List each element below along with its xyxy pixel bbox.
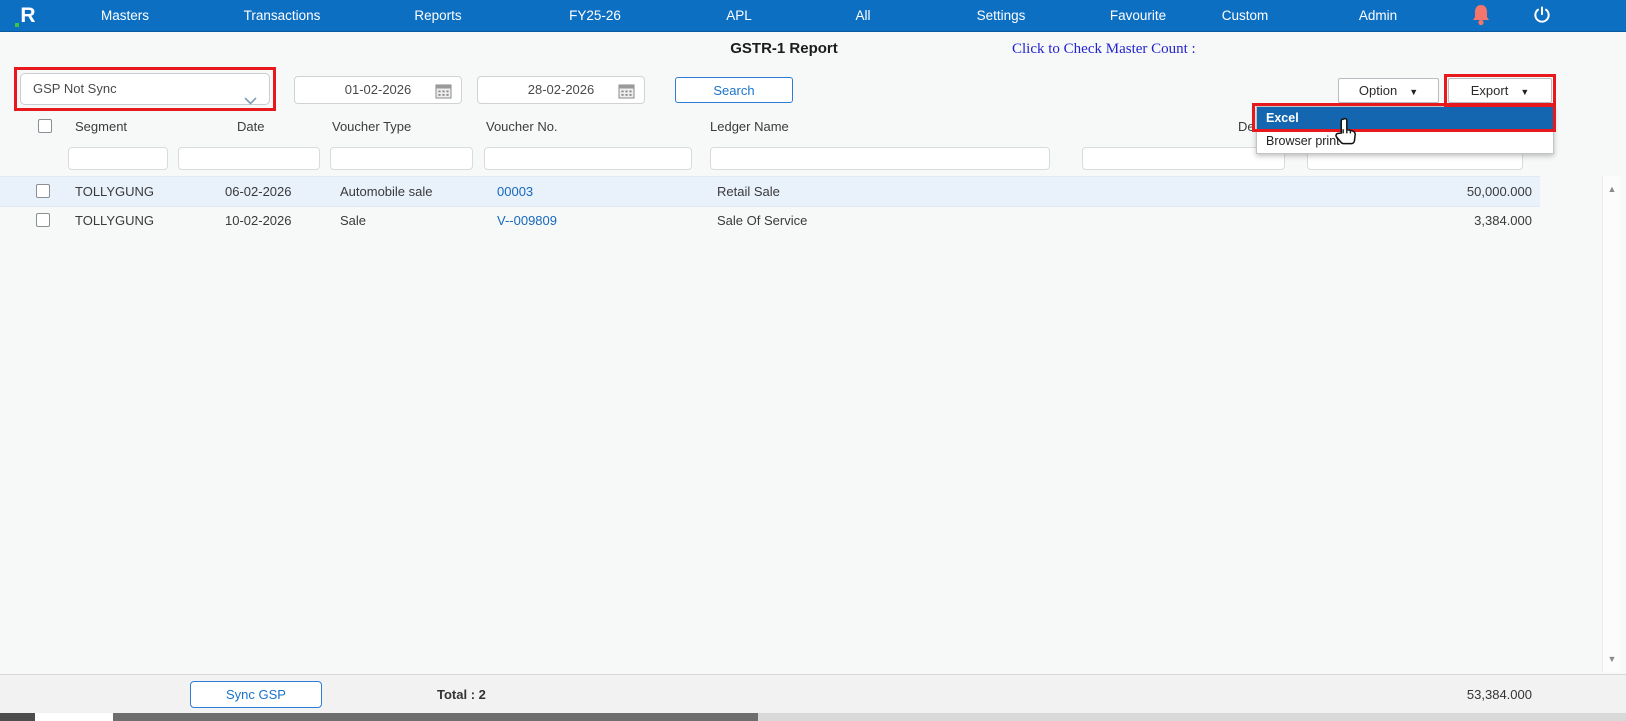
date-from-input[interactable]: 01-02-2026 (294, 76, 462, 104)
export-menu-item-browser-print[interactable]: Browser print (1257, 130, 1553, 153)
date-from-value: 01-02-2026 (344, 82, 412, 97)
cell-voucher-type: Automobile sale (340, 184, 433, 199)
chevron-down-icon (244, 86, 257, 116)
table-row[interactable]: TOLLYGUNG 06-02-2026 Automobile sale 000… (0, 176, 1540, 207)
nav-item-fy25-26[interactable]: FY25-26 (569, 0, 621, 31)
gsp-status-dropdown[interactable]: GSP Not Sync (20, 73, 270, 105)
export-button-label: Export (1470, 83, 1509, 98)
filter-input-voucher-no[interactable] (484, 147, 692, 170)
cell-ledger-name: Sale Of Service (717, 213, 808, 228)
export-dropdown-menu: Excel Browser print (1256, 106, 1554, 154)
top-nav-bar: R Masters Transactions Reports FY25-26 A… (0, 0, 1626, 32)
cell-amount: 50,000.000 (1466, 184, 1532, 199)
bottom-strip-segment (0, 713, 35, 721)
app-logo-letter: R (20, 4, 36, 27)
caret-down-icon: ▼ (1520, 87, 1530, 97)
scroll-up-icon[interactable]: ▲ (1603, 184, 1621, 194)
app-logo[interactable]: R (14, 3, 42, 28)
sync-gsp-button[interactable]: Sync GSP (190, 681, 322, 708)
column-header-ledger-name[interactable]: Ledger Name (710, 119, 789, 134)
calendar-icon[interactable] (435, 82, 452, 108)
column-header-voucher-no[interactable]: Voucher No. (486, 119, 558, 134)
filter-input-date[interactable] (178, 147, 320, 170)
option-button[interactable]: Option ▼ (1338, 78, 1439, 103)
cell-voucher-no-link[interactable]: V--009809 (497, 206, 557, 235)
nav-item-reports[interactable]: Reports (414, 0, 461, 31)
power-logout-icon[interactable] (1532, 5, 1552, 30)
cell-segment: TOLLYGUNG (75, 213, 154, 228)
row-checkbox[interactable] (36, 184, 50, 198)
column-header-segment[interactable]: Segment (75, 119, 127, 134)
nav-item-transactions[interactable]: Transactions (244, 0, 321, 31)
row-checkbox[interactable] (36, 213, 50, 227)
filter-input-col6[interactable] (1082, 147, 1285, 170)
export-menu-item-excel[interactable]: Excel (1257, 107, 1553, 130)
cell-date: 06-02-2026 (225, 184, 292, 199)
column-header-date[interactable]: Date (237, 119, 264, 134)
nav-item-settings[interactable]: Settings (977, 0, 1026, 31)
gstr1-report-screen: R Masters Transactions Reports FY25-26 A… (0, 0, 1626, 721)
cell-ledger-name: Retail Sale (717, 184, 780, 199)
filter-input-ledger-name[interactable] (710, 147, 1050, 170)
footer-bar: Sync GSP Total : 2 53,384.000 (0, 674, 1626, 713)
date-to-input[interactable]: 28-02-2026 (477, 76, 645, 104)
select-all-checkbox[interactable] (38, 119, 52, 133)
cell-voucher-type: Sale (340, 213, 367, 228)
calendar-icon[interactable] (618, 82, 635, 108)
logo-green-dot (15, 23, 19, 27)
nav-item-all[interactable]: All (855, 0, 870, 31)
bottom-strip-segment (35, 713, 113, 721)
page-title: GSTR-1 Report (730, 40, 838, 57)
table-row[interactable]: TOLLYGUNG 10-02-2026 Sale V--009809 Sale… (0, 206, 1540, 235)
nav-item-favourite[interactable]: Favourite (1110, 0, 1166, 31)
bottom-strip-segment (113, 713, 758, 721)
vertical-scrollbar[interactable]: ▲ ▼ (1602, 176, 1621, 672)
cell-voucher-no-link[interactable]: 00003 (497, 177, 533, 206)
search-button[interactable]: Search (675, 77, 793, 103)
column-header-de-partial[interactable]: De (1238, 119, 1255, 134)
column-header-voucher-type[interactable]: Voucher Type (332, 119, 411, 134)
export-button[interactable]: Export ▼ (1448, 78, 1552, 103)
date-to-value: 28-02-2026 (527, 82, 595, 97)
total-count-label: Total : 2 (437, 687, 486, 702)
nav-item-admin[interactable]: Admin (1359, 0, 1397, 31)
check-master-count-link[interactable]: Click to Check Master Count : (1012, 41, 1196, 58)
nav-item-apl[interactable]: APL (726, 0, 752, 31)
scroll-down-icon[interactable]: ▼ (1603, 654, 1621, 664)
caret-down-icon: ▼ (1409, 87, 1419, 97)
cell-segment: TOLLYGUNG (75, 184, 154, 199)
nav-item-masters[interactable]: Masters (101, 0, 149, 31)
cell-date: 10-02-2026 (225, 213, 292, 228)
filter-input-segment[interactable] (68, 147, 168, 170)
option-button-label: Option (1358, 83, 1398, 98)
total-amount-value: 53,384.000 (1466, 687, 1532, 702)
gsp-status-dropdown-value: GSP Not Sync (33, 81, 117, 96)
filter-input-voucher-type[interactable] (330, 147, 473, 170)
cell-amount: 3,384.000 (1474, 213, 1532, 228)
notification-bell-icon[interactable] (1470, 3, 1492, 32)
cursor-hand-icon (1332, 117, 1360, 152)
nav-item-custom[interactable]: Custom (1222, 0, 1269, 31)
bottom-strip-segment (758, 713, 1626, 721)
